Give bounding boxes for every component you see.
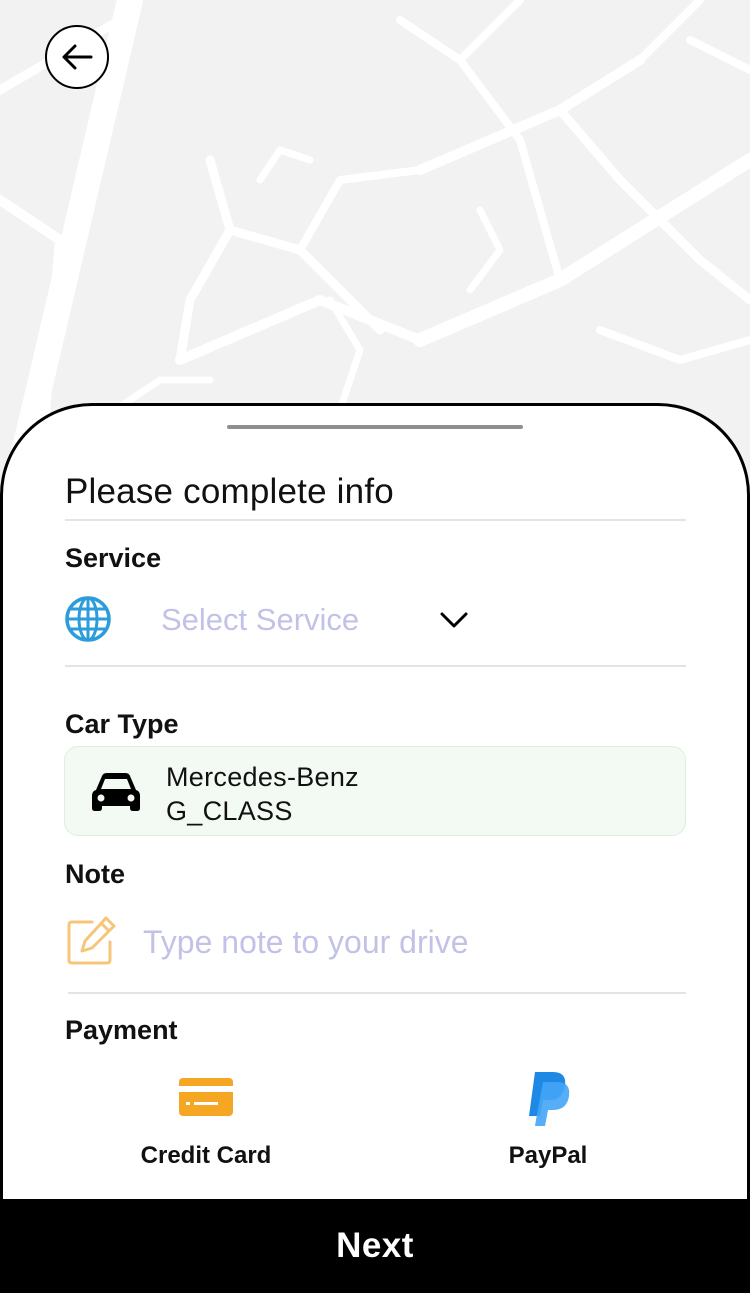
credit-card-icon xyxy=(179,1078,233,1116)
globe-icon xyxy=(65,596,111,642)
car-type-label: Car Type xyxy=(65,709,179,739)
paypal-label: PayPal xyxy=(508,1142,588,1169)
back-button[interactable] xyxy=(45,25,109,89)
arrow-left-icon xyxy=(62,44,93,70)
note-input[interactable]: Type note to your drive xyxy=(143,924,469,961)
title-divider xyxy=(65,519,686,521)
car-model: G_CLASS xyxy=(166,796,293,826)
edit-note-icon xyxy=(67,916,116,965)
sheet-title: Please complete info xyxy=(65,472,394,511)
chevron-down-icon[interactable] xyxy=(438,606,470,634)
car-type-card[interactable] xyxy=(64,746,686,836)
payment-option-credit-card[interactable]: Credit Card xyxy=(126,1076,286,1170)
payment-option-paypal[interactable]: PayPal xyxy=(488,1070,608,1170)
payment-label: Payment xyxy=(65,1015,178,1045)
paypal-icon xyxy=(529,1072,570,1126)
service-divider xyxy=(65,665,686,667)
credit-card-label: Credit Card xyxy=(140,1142,272,1169)
car-make: Mercedes-Benz xyxy=(166,762,359,792)
service-select[interactable]: Select Service xyxy=(161,602,359,638)
next-button-label: Next xyxy=(336,1226,414,1265)
service-label: Service xyxy=(65,543,162,573)
sheet-drag-handle[interactable] xyxy=(227,425,523,429)
note-label: Note xyxy=(65,859,125,889)
car-name: Mercedes-Benz G_CLASS xyxy=(166,760,359,828)
note-divider xyxy=(68,992,686,994)
next-button[interactable]: Next xyxy=(0,1199,750,1293)
bottom-sheet xyxy=(0,403,750,1293)
car-icon xyxy=(92,773,140,811)
